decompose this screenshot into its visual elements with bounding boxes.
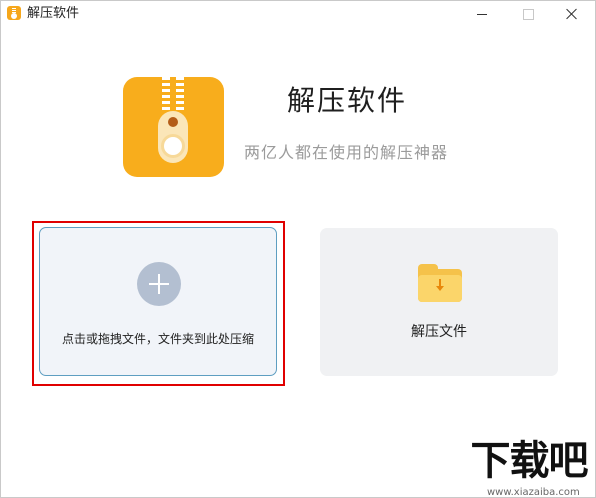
maximize-button[interactable] — [505, 1, 551, 27]
minimize-button[interactable] — [459, 1, 505, 27]
folder-download-icon — [418, 264, 462, 302]
extract-files-button[interactable]: 解压文件 — [320, 228, 558, 376]
watermark-url: www.xiazaiba.com — [487, 487, 580, 498]
app-tagline: 两亿人都在使用的解压神器 — [244, 143, 449, 162]
zipper-pull — [158, 111, 188, 163]
close-button[interactable] — [549, 1, 595, 27]
zipper-archive-icon — [123, 77, 224, 177]
extract-label: 解压文件 — [411, 324, 467, 340]
minimize-icon — [477, 13, 487, 15]
watermark: 下载吧 www.xiazaiba.com — [461, 438, 595, 498]
watermark-logo: 下载吧 — [470, 438, 589, 484]
app-name: 解压软件 — [287, 84, 408, 117]
zipper-teeth — [162, 77, 184, 111]
title-bar[interactable]: 解压软件 — [1, 1, 595, 27]
zipper-knob — [164, 137, 182, 155]
app-icon — [7, 6, 21, 20]
zipper-hole — [168, 117, 178, 127]
close-icon — [566, 8, 578, 20]
compress-label: 点击或拖拽文件，文件夹到此处压缩 — [61, 332, 254, 346]
plus-icon — [137, 262, 181, 306]
compress-drop-zone[interactable]: 点击或拖拽文件，文件夹到此处压缩 — [39, 227, 277, 376]
app-window: 解压软件 解压软件 两亿人都在使用的解压神器 点击或拖拽文件，文件夹到此处压缩 — [0, 0, 596, 498]
maximize-icon — [522, 8, 534, 20]
window-title: 解压软件 — [27, 6, 80, 21]
